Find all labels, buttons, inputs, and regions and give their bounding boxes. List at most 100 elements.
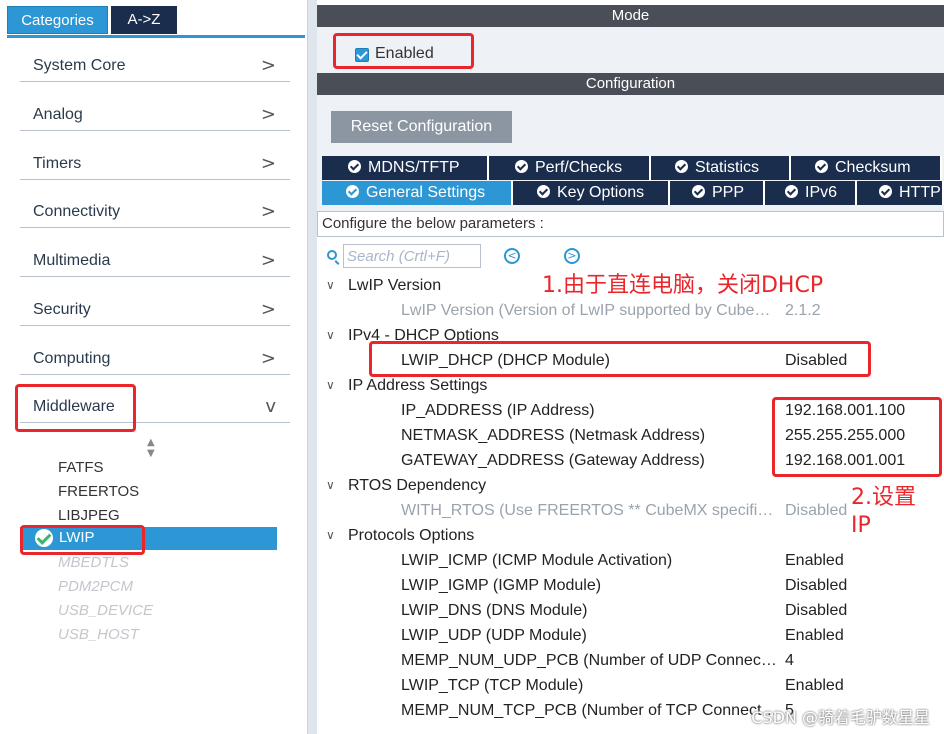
check-circle-icon <box>348 160 361 173</box>
category-system-core[interactable]: System Core > <box>20 50 290 82</box>
watermark: CSDN @骑着毛驴数星星 <box>751 708 930 727</box>
param-name: LWIP_UDP (UDP Module) <box>401 627 587 644</box>
chevron-down-icon: v <box>265 396 276 417</box>
param-row-udp-pcb[interactable]: MEMP_NUM_UDP_PCB (Number of UDP Connec… … <box>317 650 944 675</box>
param-value[interactable]: Disabled <box>785 602 847 620</box>
categories-panel: Categories A->Z System Core > Analog > T… <box>0 0 307 734</box>
category-label: Security <box>33 301 91 318</box>
tree-group-protocols[interactable]: ∨ Protocols Options <box>317 525 944 550</box>
annotation-box-middleware <box>15 384 136 432</box>
param-name: GATEWAY_ADDRESS (Gateway Address) <box>401 452 705 469</box>
param-row-igmp[interactable]: LWIP_IGMP (IGMP Module) Disabled <box>317 575 944 600</box>
param-name: LwIP Version (Version of LwIP supported … <box>401 302 771 319</box>
param-row-udp[interactable]: LWIP_UDP (UDP Module) Enabled <box>317 625 944 650</box>
mode-header: Mode <box>317 5 944 27</box>
check-circle-icon <box>675 160 688 173</box>
tab-statistics[interactable]: Statistics <box>651 156 791 180</box>
group-title: RTOS Dependency <box>348 477 487 494</box>
tab-categories[interactable]: Categories <box>7 6 108 34</box>
check-circle-icon <box>537 185 550 198</box>
annotation-box-lwip <box>20 525 145 555</box>
param-name: IP_ADDRESS (IP Address) <box>401 402 595 419</box>
chevron-right-icon: > <box>260 153 276 174</box>
chevron-down-icon[interactable]: ∨ <box>326 278 335 292</box>
category-connectivity[interactable]: Connectivity > <box>20 196 290 228</box>
tab-general-settings[interactable]: General Settings <box>322 181 513 205</box>
param-name: NETMASK_ADDRESS (Netmask Address) <box>401 427 706 444</box>
annotation-box-ip <box>772 397 942 477</box>
category-label: Analog <box>33 106 83 123</box>
chevron-down-icon[interactable]: ∨ <box>326 378 335 392</box>
param-row-with-rtos: WITH_RTOS (Use FREERTOS ** CubeMX specif… <box>317 500 944 525</box>
category-computing[interactable]: Computing > <box>20 343 290 375</box>
middleware-item-fatfs[interactable]: FATFS <box>58 459 104 476</box>
chevron-down-icon[interactable]: ∨ <box>326 328 335 342</box>
search-input[interactable] <box>343 244 481 268</box>
param-value[interactable]: Disabled <box>785 577 847 595</box>
check-circle-icon <box>879 185 892 198</box>
annotation-note-2: 2.设置 IP <box>851 485 916 538</box>
config-panel: Mode Enabled Configuration Reset Configu… <box>317 0 944 734</box>
configuration-header: Configuration <box>317 73 944 95</box>
param-name: MEMP_NUM_TCP_PCB (Number of TCP Connect… <box>401 702 778 719</box>
middleware-item-pdm2pcm: PDM2PCM <box>58 578 134 595</box>
tab-checksum[interactable]: Checksum <box>791 156 942 180</box>
chevron-down-icon[interactable]: ∨ <box>326 528 335 542</box>
check-circle-icon <box>785 185 798 198</box>
configure-parameters-bar: Configure the below parameters : <box>317 211 944 237</box>
param-row-icmp[interactable]: LWIP_ICMP (ICMP Module Activation) Enabl… <box>317 550 944 575</box>
chevron-right-icon: > <box>260 250 276 271</box>
param-name: LWIP_TCP (TCP Module) <box>401 677 584 694</box>
category-label: Computing <box>33 350 111 367</box>
previous-icon[interactable]: < <box>504 248 520 264</box>
middleware-item-libjpeg[interactable]: LIBJPEG <box>58 507 120 524</box>
check-circle-icon <box>815 160 828 173</box>
param-value[interactable]: Enabled <box>785 627 844 645</box>
param-name: LWIP_IGMP (IGMP Module) <box>401 577 602 594</box>
category-multimedia[interactable]: Multimedia > <box>20 245 290 277</box>
param-value[interactable]: 4 <box>785 652 794 670</box>
sort-icon[interactable]: ▲ ▼ <box>147 437 155 459</box>
tab-ppp[interactable]: PPP <box>670 181 765 205</box>
group-title: LwIP Version <box>348 277 442 294</box>
check-circle-icon <box>692 185 705 198</box>
param-value: Disabled <box>785 502 848 519</box>
param-value: 2.1.2 <box>785 302 821 319</box>
param-row-dns[interactable]: LWIP_DNS (DNS Module) Disabled <box>317 600 944 625</box>
tab-httpd[interactable]: HTTPD <box>857 181 944 205</box>
category-label: Timers <box>33 155 82 172</box>
tab-mdns-tftp[interactable]: MDNS/TFTP <box>322 156 489 180</box>
tree-group-rtos[interactable]: ∨ RTOS Dependency <box>317 475 944 500</box>
middleware-item-mbedtls: MBEDTLS <box>58 554 129 571</box>
param-name: WITH_RTOS (Use FREERTOS ** CubeMX specif… <box>401 502 774 519</box>
next-icon[interactable]: > <box>564 248 580 264</box>
middleware-item-usb-host: USB_HOST <box>58 626 139 643</box>
param-value[interactable]: Enabled <box>785 552 844 570</box>
tab-a-to-z[interactable]: A->Z <box>111 6 177 34</box>
chevron-right-icon: > <box>260 55 276 76</box>
category-security[interactable]: Security > <box>20 294 290 326</box>
middleware-item-freertos[interactable]: FREERTOS <box>58 483 139 500</box>
search-icon <box>327 250 337 260</box>
category-timers[interactable]: Timers > <box>20 148 290 180</box>
check-circle-icon <box>515 160 528 173</box>
tab-key-options[interactable]: Key Options <box>513 181 670 205</box>
param-value[interactable]: Enabled <box>785 677 844 695</box>
param-row-tcp[interactable]: LWIP_TCP (TCP Module) Enabled <box>317 675 944 700</box>
category-analog[interactable]: Analog > <box>20 99 290 131</box>
tab-ipv6[interactable]: IPv6 <box>765 181 857 205</box>
chevron-down-icon[interactable]: ∨ <box>326 478 335 492</box>
param-name: LWIP_ICMP (ICMP Module Activation) <box>401 552 673 569</box>
category-label: System Core <box>33 57 126 74</box>
param-row: LwIP Version (Version of LwIP supported … <box>317 300 944 325</box>
panel-splitter[interactable] <box>307 0 317 734</box>
group-title: Protocols Options <box>348 527 475 544</box>
tab-underline <box>7 35 305 38</box>
tab-perf-checks[interactable]: Perf/Checks <box>489 156 651 180</box>
middleware-item-usb-device: USB_DEVICE <box>58 602 154 619</box>
configure-parameters-label: Configure the below parameters : <box>322 215 544 232</box>
annotation-note-1: 1.由于直连电脑，关闭DHCP <box>542 273 824 298</box>
reset-configuration-button[interactable]: Reset Configuration <box>331 111 512 143</box>
chevron-right-icon: > <box>260 348 276 369</box>
annotation-box-enabled <box>333 33 474 69</box>
